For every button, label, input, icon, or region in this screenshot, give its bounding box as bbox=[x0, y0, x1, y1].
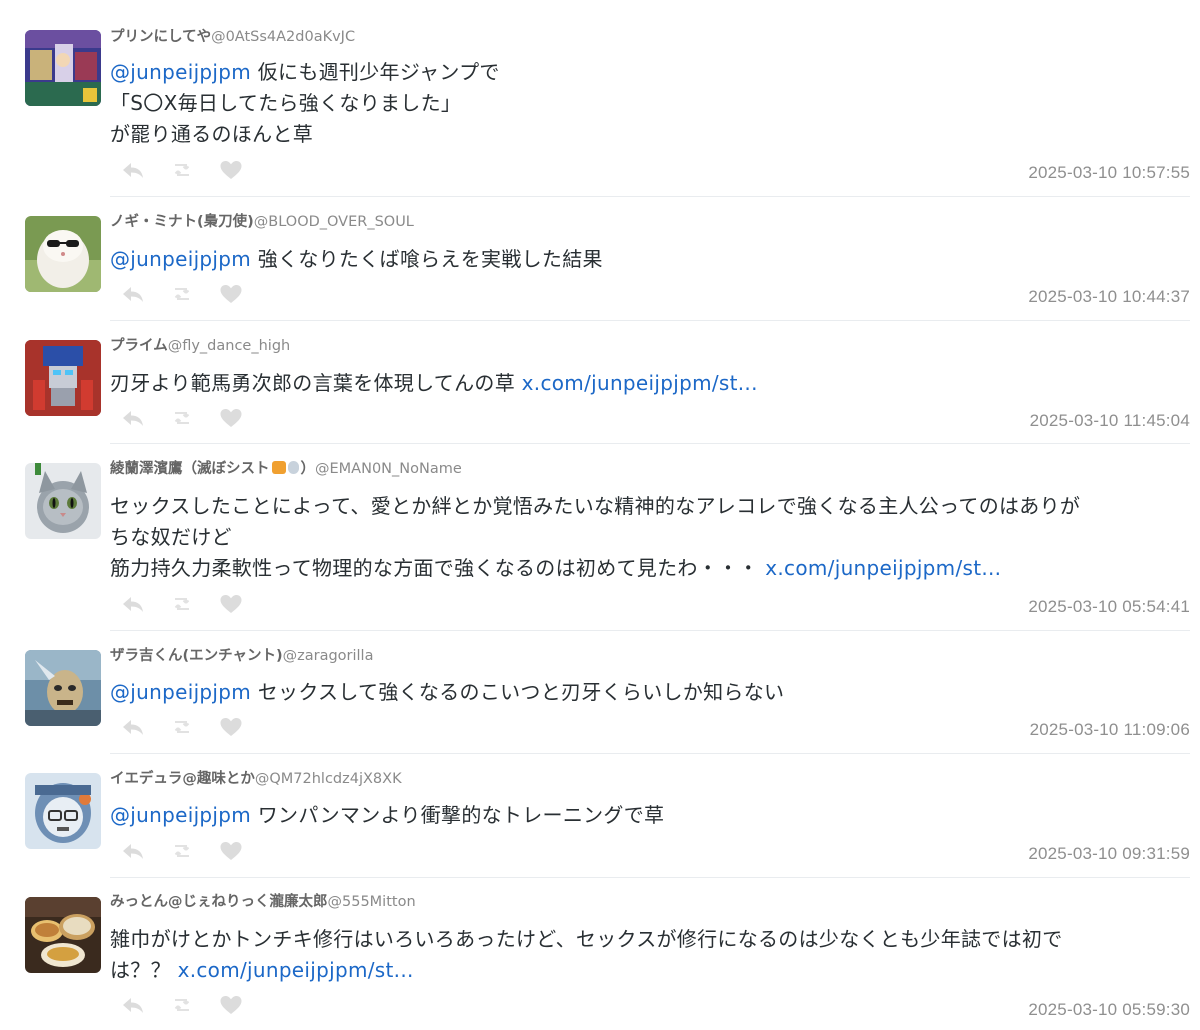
display-name[interactable]: プリンにしてや bbox=[110, 29, 211, 45]
heart-icon[interactable] bbox=[218, 840, 244, 862]
screen-name[interactable]: @QM72hlcdz4jX8XK bbox=[255, 771, 402, 787]
heart-icon[interactable] bbox=[218, 283, 244, 305]
divider bbox=[110, 443, 1190, 444]
timestamp[interactable]: 2025-03-10 11:45:04 bbox=[1030, 411, 1190, 431]
screen-name[interactable]: @zaragorilla bbox=[283, 648, 374, 664]
heart-icon[interactable] bbox=[218, 994, 244, 1016]
screen-name[interactable]: @BLOOD_OVER_SOUL bbox=[254, 214, 414, 230]
retweet-icon[interactable] bbox=[169, 593, 195, 615]
mention-link[interactable]: @junpeijpjpm bbox=[110, 680, 251, 704]
tweet-text-line: 仮にも週刊少年ジャンプで bbox=[251, 60, 500, 84]
retweet-icon[interactable] bbox=[169, 716, 195, 738]
timestamp[interactable]: 2025-03-10 11:09:06 bbox=[1030, 720, 1190, 740]
retweet-icon[interactable] bbox=[169, 840, 195, 862]
tweet-header: プリンにしてや@0AtSs4A2d0aKvJC bbox=[110, 28, 355, 46]
heart-icon[interactable] bbox=[218, 593, 244, 615]
divider bbox=[110, 630, 1190, 631]
tweet-actions bbox=[110, 716, 257, 738]
tweet-actions bbox=[110, 593, 257, 615]
avatar[interactable] bbox=[25, 773, 101, 849]
reply-icon[interactable] bbox=[120, 716, 146, 738]
tweet-text-body: 刃牙より範馬勇次郎の言葉を体現してんの草 bbox=[110, 371, 522, 395]
tweet-actions bbox=[110, 407, 257, 429]
heart-icon[interactable] bbox=[218, 407, 244, 429]
avatar[interactable] bbox=[25, 340, 101, 416]
tweet-actions bbox=[110, 840, 257, 862]
retweet-icon[interactable] bbox=[169, 407, 195, 429]
timestamp[interactable]: 2025-03-10 10:57:55 bbox=[1028, 163, 1190, 183]
divider bbox=[110, 753, 1190, 754]
retweet-icon[interactable] bbox=[169, 994, 195, 1016]
display-name[interactable]: プライム bbox=[110, 338, 168, 354]
tweet-header: イエデュラ@趣味とか@QM72hlcdz4jX8XK bbox=[110, 770, 402, 788]
heart-icon[interactable] bbox=[218, 159, 244, 181]
tweet-text: セックスしたことによって、愛とか絆とか覚悟みたいな精神的なアレコレで強くなる主人… bbox=[110, 491, 1190, 584]
mention-link[interactable]: @junpeijpjpm bbox=[110, 247, 251, 271]
tweet-header: プライム@fly_dance_high bbox=[110, 337, 290, 355]
timestamp[interactable]: 2025-03-10 05:54:41 bbox=[1028, 597, 1190, 617]
tweet-header: ザラ吉くん(エンチャント)@zaragorilla bbox=[110, 647, 373, 665]
emoji-icon bbox=[287, 461, 299, 474]
tweet-text-body: ワンパンマンより衝撃的なトレーニングで草 bbox=[251, 803, 665, 827]
avatar[interactable] bbox=[25, 463, 101, 539]
retweet-icon[interactable] bbox=[169, 283, 195, 305]
display-name[interactable]: みっとん@じぇねりっく瀧廉太郎 bbox=[110, 894, 328, 910]
tweet-text-body: セックスして強くなるのこいつと刃牙くらいしか知らない bbox=[251, 680, 785, 704]
retweet-icon[interactable] bbox=[169, 159, 195, 181]
tweet-text: @junpeijpjpm 強くなりたくば喰らえを実戦した結果 bbox=[110, 244, 1190, 275]
tweet-header: 綾蘭澤濱鷹（滅ぼシスト ）@EMAN0N_NoName bbox=[110, 460, 462, 478]
tweet-actions bbox=[110, 283, 257, 305]
display-name[interactable]: イエデュラ@趣味とか bbox=[110, 771, 255, 787]
tweet-link[interactable]: x.com/junpeijpjpm/st... bbox=[765, 556, 1001, 580]
screen-name[interactable]: @0AtSs4A2d0aKvJC bbox=[211, 29, 355, 45]
tweet-link[interactable]: x.com/junpeijpjpm/st... bbox=[178, 958, 414, 982]
display-name[interactable]: 綾蘭澤濱鷹（滅ぼシスト bbox=[110, 461, 270, 477]
tweet-actions bbox=[110, 159, 257, 181]
mention-link[interactable]: @junpeijpjpm bbox=[110, 803, 251, 827]
reply-icon[interactable] bbox=[120, 283, 146, 305]
divider bbox=[110, 877, 1190, 878]
tweet-text: 刃牙より範馬勇次郎の言葉を体現してんの草 x.com/junpeijpjpm/s… bbox=[110, 368, 1190, 399]
reply-icon[interactable] bbox=[120, 593, 146, 615]
divider bbox=[110, 320, 1190, 321]
tweet-header: ノギ・ミナト(梟刀使)@BLOOD_OVER_SOUL bbox=[110, 213, 414, 231]
tweet-text-body: 強くなりたくば喰らえを実戦した結果 bbox=[251, 247, 603, 271]
display-name-suffix: ） bbox=[300, 461, 316, 477]
avatar[interactable] bbox=[25, 650, 101, 726]
emoji-icon bbox=[271, 461, 286, 474]
display-name[interactable]: ザラ吉くん(エンチャント) bbox=[110, 648, 283, 664]
reply-icon[interactable] bbox=[120, 159, 146, 181]
divider bbox=[110, 196, 1190, 197]
tweet-text: @junpeijpjpm セックスして強くなるのこいつと刃牙くらいしか知らない bbox=[110, 677, 1190, 708]
reply-icon[interactable] bbox=[120, 840, 146, 862]
screen-name[interactable]: @fly_dance_high bbox=[168, 338, 291, 354]
avatar[interactable] bbox=[25, 897, 101, 973]
tweet-text-line: 雑巾がけとかトンチキ修行はいろいろあったけど、セックスが修行になるのは少なくとも… bbox=[110, 927, 1063, 951]
tweet-text-line: 筋力持久力柔軟性って物理的な方面で強くなるのは初めて見たわ・・・ bbox=[110, 556, 766, 580]
screen-name[interactable]: @EMAN0N_NoName bbox=[315, 461, 462, 477]
tweet-text-line: は？？ bbox=[110, 958, 178, 982]
tweet-text: 雑巾がけとかトンチキ修行はいろいろあったけど、セックスが修行になるのは少なくとも… bbox=[110, 924, 1190, 986]
timestamp[interactable]: 2025-03-10 05:59:30 bbox=[1028, 1000, 1190, 1020]
mention-link[interactable]: @junpeijpjpm bbox=[110, 60, 251, 84]
tweet-link[interactable]: x.com/junpeijpjpm/st... bbox=[522, 371, 758, 395]
display-name[interactable]: ノギ・ミナト(梟刀使) bbox=[110, 214, 254, 230]
avatar[interactable] bbox=[25, 30, 101, 106]
tweet-actions bbox=[110, 994, 257, 1016]
tweet-text-line: 「S〇X毎日してたら強くなりました」 bbox=[110, 91, 462, 115]
tweet-text-line: が罷り通るのほんと草 bbox=[110, 122, 313, 146]
avatar[interactable] bbox=[25, 216, 101, 292]
tweet-text-line: ちな奴だけど bbox=[110, 525, 232, 549]
tweet-text: @junpeijpjpm ワンパンマンより衝撃的なトレーニングで草 bbox=[110, 800, 1190, 831]
heart-icon[interactable] bbox=[218, 716, 244, 738]
screen-name[interactable]: @555Mitton bbox=[328, 894, 416, 910]
tweet-text: @junpeijpjpm 仮にも週刊少年ジャンプで 「S〇X毎日してたら強くなり… bbox=[110, 57, 1190, 150]
tweet-text-line: セックスしたことによって、愛とか絆とか覚悟みたいな精神的なアレコレで強くなる主人… bbox=[110, 494, 1081, 518]
reply-icon[interactable] bbox=[120, 994, 146, 1016]
timestamp[interactable]: 2025-03-10 10:44:37 bbox=[1028, 287, 1190, 307]
reply-icon[interactable] bbox=[120, 407, 146, 429]
tweet-header: みっとん@じぇねりっく瀧廉太郎@555Mitton bbox=[110, 893, 416, 911]
timestamp[interactable]: 2025-03-10 09:31:59 bbox=[1028, 844, 1190, 864]
